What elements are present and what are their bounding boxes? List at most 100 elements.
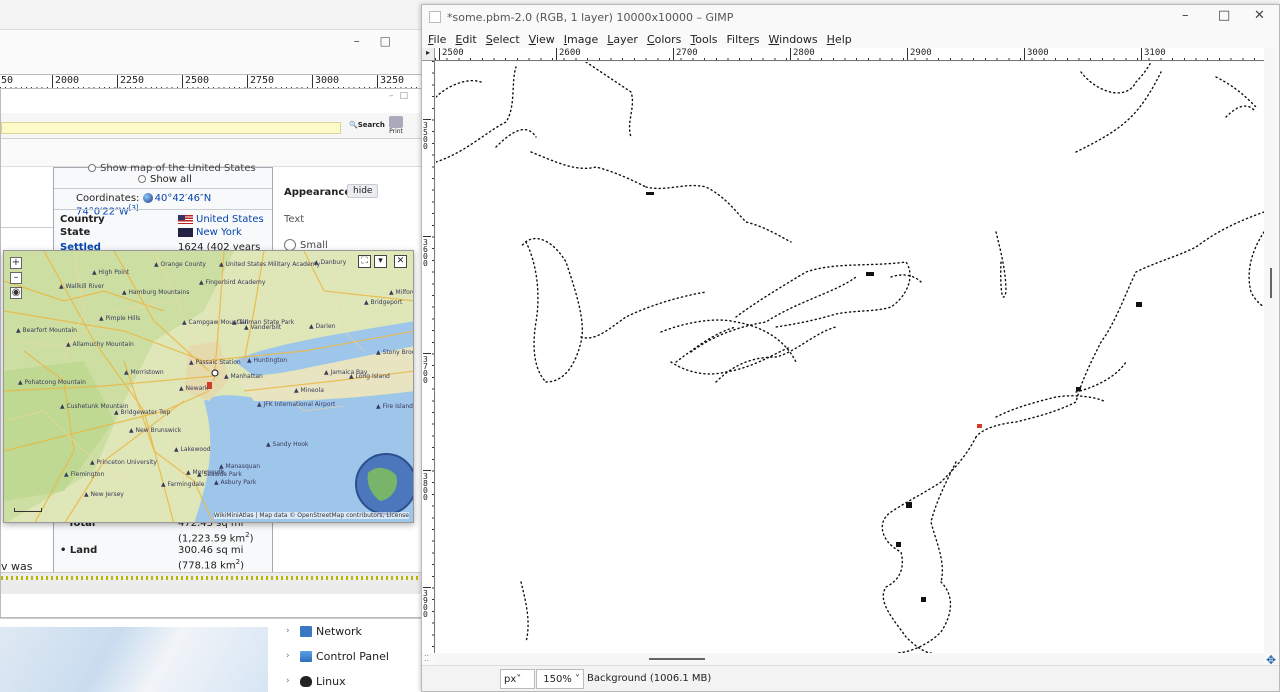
zoom-value: 150% [543, 674, 572, 685]
menu-filters[interactable]: Filters [727, 33, 760, 46]
country-link[interactable]: United States [196, 214, 264, 225]
map-place-label[interactable]: ▲ Bridgeport [364, 299, 402, 306]
map-place-label[interactable]: ▲ Manhattan [224, 373, 263, 380]
map-place-label[interactable]: ▲ New Jersey [84, 491, 124, 498]
vertical-ruler[interactable]: 3500 3600 3700 3800 3900 [422, 61, 435, 653]
tree-item-linux[interactable]: › Linux [286, 672, 346, 690]
menu-edit[interactable]: Edit [455, 33, 476, 46]
zoom-in-button[interactable]: + [10, 257, 22, 269]
menu-tools[interactable]: Tools [690, 33, 717, 46]
map-place-label[interactable]: ▲ Milford [389, 289, 413, 296]
vertical-scrollbar[interactable] [1264, 48, 1279, 653]
map-place-label[interactable]: ▲ Allamuchy Mountain [66, 341, 134, 348]
print-button[interactable]: Print [389, 116, 403, 135]
ruler-corner-button[interactable]: ▸ [422, 48, 435, 61]
map-place-label[interactable]: ▲ Bearfort Mountain [16, 327, 77, 334]
navigation-tree: › Network › Control Panel › Linux [268, 619, 413, 692]
chevron-right-icon[interactable]: › [286, 626, 300, 636]
map-place-label[interactable]: ▲ Pimple Hills [99, 315, 140, 322]
quick-mask-toggle-icon[interactable]: ⁚⁚ [424, 654, 429, 663]
map-place-label[interactable]: ▲ United States Military Academy [219, 261, 320, 268]
menu-image[interactable]: Image [564, 33, 598, 46]
map-place-label[interactable]: ▲ Passaic Station [189, 359, 241, 366]
map-place-label[interactable]: ▲ Mineola [294, 387, 324, 394]
map-place-label[interactable]: ▲ Newark [179, 385, 208, 392]
map-place-label[interactable]: ▲ Manasquan [219, 463, 260, 470]
map-place-label[interactable]: ▲ Lakewood [174, 446, 211, 453]
fullscreen-icon[interactable]: ⛶ [358, 255, 371, 268]
map-place-label[interactable]: ▲ Farmingdale [161, 481, 204, 488]
map-place-label[interactable]: ▲ Morristown [124, 369, 164, 376]
menu-view[interactable]: View [529, 33, 555, 46]
map-place-label[interactable]: ▲ Asbury Park [214, 479, 256, 486]
scroll-thumb[interactable] [649, 658, 705, 660]
minimize-icon[interactable]: – [1182, 8, 1189, 23]
menu-select[interactable]: Select [486, 33, 520, 46]
map-place-label[interactable]: ▲ Danbury [314, 259, 346, 266]
map-place-label[interactable]: ▲ Pohatcong Mountain [18, 379, 86, 386]
menu-colors[interactable]: Colors [647, 33, 681, 46]
map-place-label[interactable]: ▲ Wallkill River [59, 283, 104, 290]
address-bar[interactable] [1, 122, 341, 134]
map-place-label[interactable]: ▲ Fingerbird Academy [199, 279, 265, 286]
map-place-label[interactable]: ▲ Darien [309, 323, 335, 330]
zoom-select[interactable]: 150% ˅ [536, 669, 584, 689]
hide-button[interactable]: hide [347, 184, 379, 198]
wikiminiatlas-map[interactable]: + – ◉ ⛶ ▾ ✕ WikiMiniAtlas | Map data © O… [3, 250, 414, 523]
menu-dropdown-icon[interactable]: ▾ [374, 255, 387, 268]
show-all-option[interactable]: Show all [138, 174, 192, 185]
chevron-right-icon[interactable]: › [286, 651, 300, 661]
map-attribution[interactable]: WikiMiniAtlas | Map data © OpenStreetMap… [213, 512, 409, 519]
ruler-tick-label: 2700 [673, 48, 698, 60]
tree-item-network[interactable]: › Network [286, 622, 362, 640]
close-icon[interactable]: ✕ [1254, 8, 1265, 23]
coordinates-ref[interactable]: [3] [129, 204, 139, 212]
unit-select[interactable]: px˅ [500, 669, 535, 689]
menu-layer[interactable]: Layer [607, 33, 638, 46]
show-map-option[interactable]: Show map of the United States [88, 163, 256, 174]
zoom-out-button[interactable]: – [10, 272, 22, 284]
chevron-right-icon[interactable]: › [286, 676, 300, 686]
state-link[interactable]: New York [196, 227, 242, 238]
us-flag-icon [178, 214, 193, 224]
map-place-label[interactable]: ▲ Long Island [349, 373, 390, 380]
map-place-label[interactable]: ▲ Orange County [154, 261, 206, 268]
map-place-label[interactable]: ▲ Huntington [247, 357, 287, 364]
map-place-label[interactable]: ▲ Stony Brook University [376, 349, 413, 356]
map-place-label[interactable]: ▲ Vanderbilt [244, 324, 281, 331]
map-place-label[interactable]: ▲ Flemington [64, 471, 104, 478]
horizontal-ruler[interactable]: 2500 2600 2700 2800 2900 3000 3100 [435, 48, 1264, 61]
map-place-label[interactable]: ▲ JFK International Airport [257, 401, 335, 408]
scroll-thumb[interactable] [1270, 268, 1272, 298]
horizontal-scrollbar[interactable] [436, 653, 1264, 665]
map-place-label[interactable]: ▲ High Point [92, 269, 129, 276]
back-window-controls[interactable]: –□ [354, 34, 411, 48]
map-place-label[interactable]: ▲ Hamburg Mountains [122, 289, 189, 296]
menu-file[interactable]: File [428, 33, 446, 46]
state-value[interactable]: New York [178, 227, 242, 238]
map-place-label[interactable]: ▲ Sandy Hook [266, 441, 308, 448]
globe-toggle-button[interactable]: ◉ [10, 287, 22, 299]
browser-window-controls[interactable]: –□ [389, 91, 414, 101]
coordinates-label: Coordinates: [76, 193, 140, 204]
image-canvas[interactable] [436, 62, 1264, 653]
country-value[interactable]: United States [178, 214, 264, 225]
menu-windows[interactable]: Windows [769, 33, 818, 46]
map-place-label[interactable]: ▲ Princeton University [90, 459, 157, 466]
search-button[interactable]: 🔍Search [349, 121, 385, 129]
map-place-label[interactable]: ▲ Fire Island [376, 403, 413, 410]
gimp-titlebar[interactable]: *some.pbm-2.0 (RGB, 1 layer) 10000x10000… [422, 5, 1279, 29]
maximize-icon[interactable]: □ [1218, 8, 1230, 23]
menu-help[interactable]: Help [827, 33, 852, 46]
ruler-tick-label: 2000 [52, 75, 79, 89]
globe-icon[interactable] [142, 193, 153, 203]
close-icon[interactable]: ✕ [394, 255, 407, 268]
unit-value: px [504, 674, 517, 685]
map-place-label[interactable]: ▲ New Brunswick [129, 427, 181, 434]
map-place-label[interactable]: ▲ Cushetunk Mountain [60, 403, 128, 410]
coastline-image [436, 62, 1264, 653]
map-canvas[interactable] [4, 251, 414, 523]
tree-item-control-panel[interactable]: › Control Panel [286, 647, 389, 665]
map-place-label[interactable]: ▲ Bridgewater Twp [114, 409, 170, 416]
map-place-label[interactable]: ▲ Seaside Park [197, 471, 242, 478]
